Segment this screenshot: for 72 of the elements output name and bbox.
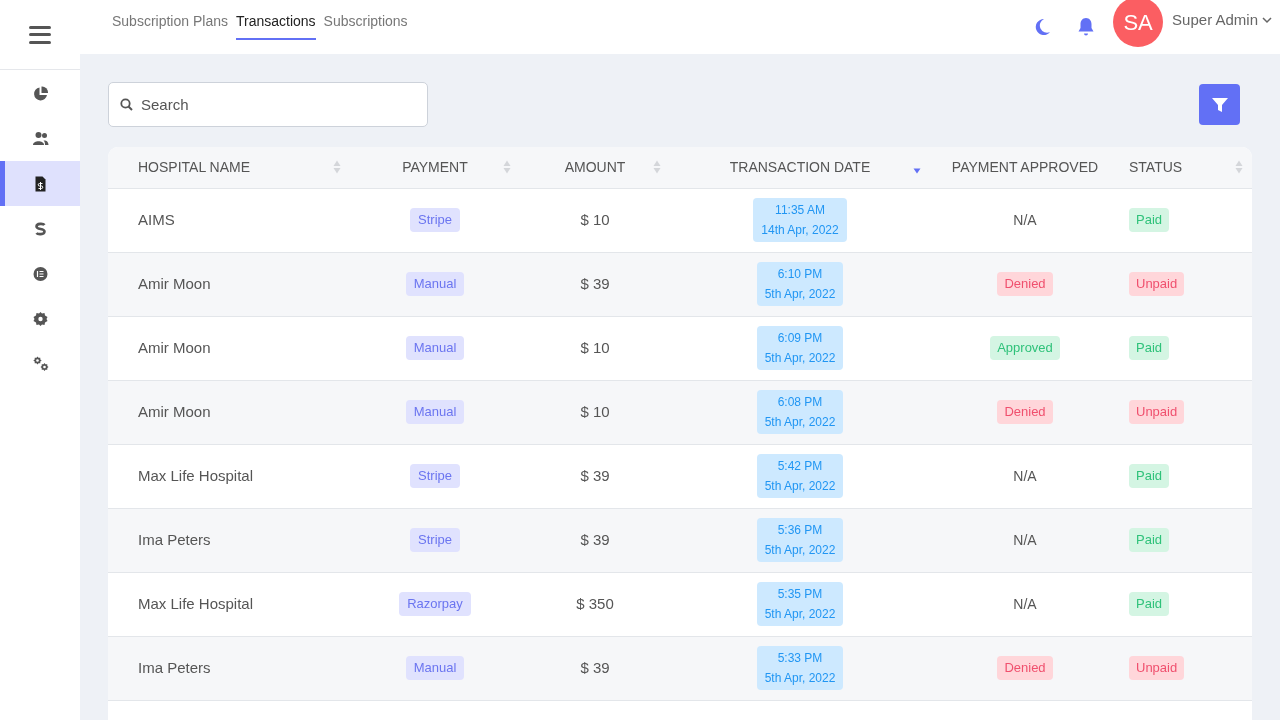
filter-icon (1210, 96, 1229, 113)
date-time-tag: 5:42 PM 5th Apr, 2022 (756, 454, 844, 498)
payment-status-tag: Paid (1129, 592, 1170, 616)
approval-status-tag: Approved (990, 336, 1060, 360)
chevron-down-icon (1262, 16, 1272, 24)
payment-status-tag: Paid (1129, 528, 1170, 552)
table-cell: $ 10 (580, 338, 610, 356)
date-time-tag: 11:35 AM 14th Apr, 2022 (753, 198, 847, 242)
table-cell: N/A (1013, 467, 1037, 484)
nav-tab[interactable]: Subscription Plans (112, 0, 228, 40)
table-cell: Max Life Hospital (138, 466, 254, 484)
payment-status-tag: Paid (1129, 336, 1170, 360)
table-cell: $ 39 (580, 274, 610, 292)
table-cell: $ 350 (576, 594, 614, 612)
table-cell: Amir Moon (138, 338, 211, 356)
search-field[interactable]: Search (108, 82, 428, 127)
payment-method-tag: Razorpay (399, 592, 471, 616)
column-header[interactable]: HOSPITAL NAME (138, 156, 251, 178)
payment-method-tag: Manual (405, 336, 465, 360)
list-circle-icon (31, 265, 49, 282)
table-cell: $ 39 (580, 466, 610, 484)
sidebar-item[interactable] (0, 161, 80, 206)
approval-status-tag: Denied (997, 272, 1053, 296)
user-menu[interactable]: Super Admin (1172, 8, 1272, 32)
payment-status-tag: Unpaid (1129, 400, 1185, 424)
table-cell: $ 10 (580, 402, 610, 420)
bell-icon[interactable] (1077, 17, 1096, 37)
nav-tab[interactable]: Subscriptions (323, 0, 408, 40)
approval-status-tag: Denied (997, 656, 1053, 680)
column-header[interactable]: TRANSACTION DATE (729, 156, 871, 178)
sort-descending-icon[interactable] (913, 168, 921, 175)
table-cell: $ 39 (580, 658, 610, 676)
table-cell: Ima Peters (138, 530, 211, 548)
payment-status-tag: Unpaid (1129, 656, 1185, 680)
filter-button[interactable] (1199, 84, 1240, 125)
gears-icon (31, 355, 49, 372)
table-cell: AIMS (138, 210, 175, 228)
table-cell: N/A (1013, 595, 1037, 612)
payment-status-tag: Paid (1129, 464, 1170, 488)
date-time-tag: 5:36 PM 5th Apr, 2022 (756, 518, 844, 562)
payment-method-tag: Stripe (410, 528, 460, 552)
table-cell: Amir Moon (138, 274, 211, 292)
payment-method-tag: Manual (405, 656, 465, 680)
table-cell: Ima Peters (138, 658, 211, 676)
date-time-tag: 5:35 PM 5th Apr, 2022 (756, 582, 844, 626)
date-time-tag: 5:33 PM 5th Apr, 2022 (756, 646, 844, 690)
table-cell: Max Life Hospital (138, 594, 254, 612)
table-cell: N/A (1013, 531, 1037, 548)
column-header[interactable]: PAYMENT (402, 156, 468, 178)
date-time-tag: 6:09 PM 5th Apr, 2022 (756, 326, 844, 370)
nav-tab[interactable]: Transactions (235, 0, 316, 40)
payment-status-tag: Paid (1129, 208, 1170, 232)
pie-chart-icon (31, 85, 49, 102)
payment-method-tag: Stripe (410, 464, 460, 488)
search-icon (120, 98, 133, 111)
table-cell: N/A (1013, 211, 1037, 228)
menu-button[interactable] (29, 25, 51, 44)
column-header[interactable]: STATUS (1129, 156, 1183, 178)
table-cell: Amir Moon (138, 402, 211, 420)
gear-icon (31, 310, 49, 327)
table-cell: $ 39 (580, 530, 610, 548)
payment-method-tag: Stripe (410, 208, 460, 232)
column-header[interactable]: AMOUNT (564, 156, 626, 178)
column-header[interactable]: PAYMENT APPROVED (951, 156, 1099, 178)
date-time-tag: 6:08 PM 5th Apr, 2022 (756, 390, 844, 434)
date-time-tag: 6:10 PM 5th Apr, 2022 (756, 262, 844, 306)
payment-status-tag: Unpaid (1129, 272, 1185, 296)
table-cell: $ 10 (580, 210, 610, 228)
payment-method-tag: Manual (405, 400, 465, 424)
payment-method-tag: Manual (405, 272, 465, 296)
users-icon (31, 130, 49, 147)
approval-status-tag: Denied (997, 400, 1053, 424)
